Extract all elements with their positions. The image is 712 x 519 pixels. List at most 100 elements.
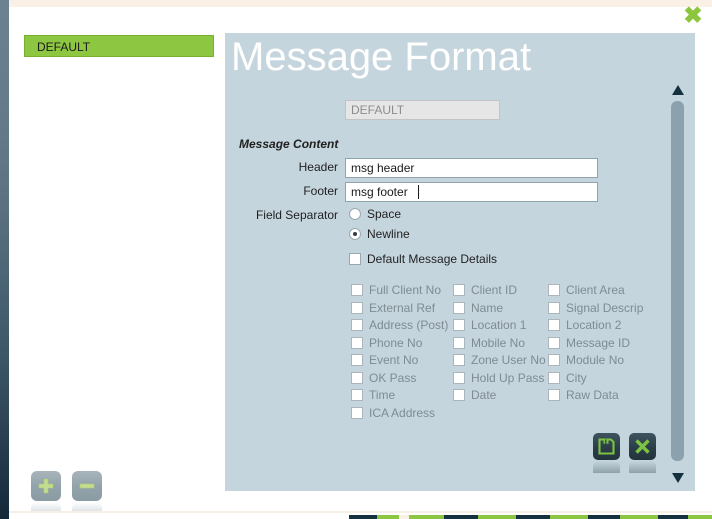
bottom-menu-segment[interactable] (409, 515, 444, 519)
checkbox-phone-no[interactable]: Phone No (351, 336, 422, 350)
footer-field[interactable] (345, 182, 598, 202)
header-label-wrap: Header (225, 160, 338, 174)
checkbox-mobile-no[interactable]: Mobile No (453, 336, 525, 350)
minus-icon (78, 477, 96, 495)
list-item[interactable]: DEFAULT (24, 35, 214, 57)
checkbox-default-message-details[interactable]: Default Message Details (349, 252, 497, 266)
checkbox-city[interactable]: City (548, 371, 587, 385)
radio-mark (349, 208, 361, 220)
checkbox-module-no[interactable]: Module No (548, 353, 624, 367)
bottom-menu-strip[interactable] (9, 513, 712, 519)
checkbox-mark (453, 284, 465, 296)
checkbox-label: Hold Up Pass (471, 370, 545, 385)
checkbox-ica-address[interactable]: ICA Address (351, 406, 435, 420)
checkbox-hold-up-pass[interactable]: Hold Up Pass (453, 371, 544, 385)
checkbox-ok-pass[interactable]: OK Pass (351, 371, 416, 385)
section-message-content: Message Content (239, 137, 339, 151)
checkbox-mark (351, 336, 363, 349)
bottom-menu-segment[interactable] (478, 515, 516, 519)
checkbox-label: Zone User No (471, 353, 546, 367)
checkbox-mark (453, 354, 465, 366)
checkbox-label: ICA Address (369, 405, 436, 420)
checkbox-label: Default Message Details (367, 252, 498, 266)
checkbox-date[interactable]: Date (453, 388, 496, 402)
message-format-panel: Message Format Name Message Content Head… (225, 33, 695, 491)
field-separator-label: Field Separator (255, 208, 338, 222)
bottom-menu-spacer (9, 515, 349, 519)
checkbox-label: Time (369, 388, 396, 402)
checkbox-label: Client ID (471, 283, 518, 297)
checkbox-label: External Ref (369, 300, 436, 315)
checkbox-zone-user-no[interactable]: Zone User No (453, 353, 546, 367)
checkbox-signal-descrip[interactable]: Signal Descrip (548, 301, 643, 315)
checkbox-mark (548, 389, 560, 401)
checkbox-mark (453, 336, 465, 349)
checkbox-mark (453, 371, 465, 384)
bottom-menu-segment[interactable] (349, 515, 377, 519)
close-icon: ✖ (683, 1, 703, 28)
save-disk-icon (598, 438, 615, 455)
checkbox-label: Client Area (566, 283, 625, 297)
bottom-menu-segment[interactable] (658, 515, 688, 519)
add-button[interactable] (31, 471, 61, 501)
bottom-menu-segment[interactable] (516, 515, 550, 519)
checkbox-location-2[interactable]: Location 2 (548, 318, 621, 332)
checkbox-mark (548, 284, 560, 296)
scrollbar-thumb[interactable] (671, 101, 684, 461)
chevron-down-icon[interactable] (672, 473, 684, 483)
chevron-up-icon[interactable] (672, 85, 684, 95)
checkbox-label: City (566, 370, 587, 385)
radio-space-label: Space (367, 207, 402, 221)
checkbox-external-ref[interactable]: External Ref (351, 301, 435, 315)
cancel-button[interactable] (629, 433, 656, 460)
left-edge-bar (0, 0, 9, 519)
checkbox-mark (351, 284, 363, 296)
checkbox-label: Signal Descrip (566, 300, 644, 315)
remove-button[interactable] (72, 471, 102, 501)
checkbox-raw-data[interactable]: Raw Data (548, 388, 619, 402)
checkbox-mark (351, 371, 363, 384)
checkbox-mark (548, 319, 560, 331)
panel-actions (593, 433, 656, 460)
bottom-menu-segment[interactable] (620, 515, 658, 519)
checkbox-location-1[interactable]: Location 1 (453, 318, 526, 332)
checkbox-event-no[interactable]: Event No (351, 353, 418, 367)
checkbox-label: Date (471, 388, 497, 402)
checkbox-label: OK Pass (369, 370, 417, 385)
bottom-menu-segment[interactable] (688, 515, 712, 519)
checkbox-label: Phone No (369, 335, 423, 350)
checkbox-client-id[interactable]: Client ID (453, 283, 517, 297)
close-button[interactable]: ✖ (680, 3, 706, 27)
radio-newline-label: Newline (367, 227, 410, 241)
checkbox-mark (548, 301, 560, 314)
radio-newline[interactable]: Newline (349, 227, 410, 241)
header-field[interactable] (345, 158, 598, 178)
checkbox-mark (351, 406, 363, 419)
bottom-menu-segment[interactable] (550, 515, 588, 519)
checkbox-mark (548, 336, 560, 349)
bottom-menu-segment[interactable] (588, 515, 620, 519)
checkbox-mark (453, 319, 465, 331)
checkbox-label: Message ID (566, 335, 631, 350)
checkbox-full-client-no[interactable]: Full Client No (351, 283, 441, 297)
checkbox-label: Event No (369, 353, 419, 367)
checkbox-address-post[interactable]: Address (Post) (351, 318, 448, 332)
save-button[interactable] (593, 433, 620, 460)
checkbox-time[interactable]: Time (351, 388, 395, 402)
checkbox-mark (548, 354, 560, 366)
checkbox-label: Name (471, 300, 504, 315)
checkbox-mark (453, 301, 465, 314)
name-field[interactable] (345, 100, 500, 120)
panel-scrollbar[interactable] (668, 85, 688, 483)
bottom-menu-segment[interactable] (444, 515, 478, 519)
plus-icon (37, 477, 55, 495)
bottom-menu-segment[interactable] (377, 515, 399, 519)
checkbox-client-area[interactable]: Client Area (548, 283, 625, 297)
bottom-menu-segment[interactable] (399, 515, 409, 519)
field-separator-label-wrap: Field Separator (225, 208, 338, 222)
checkbox-mark (351, 354, 363, 366)
checkbox-mark (548, 371, 560, 384)
checkbox-message-id[interactable]: Message ID (548, 336, 630, 350)
radio-space[interactable]: Space (349, 207, 401, 221)
checkbox-name[interactable]: Name (453, 301, 503, 315)
